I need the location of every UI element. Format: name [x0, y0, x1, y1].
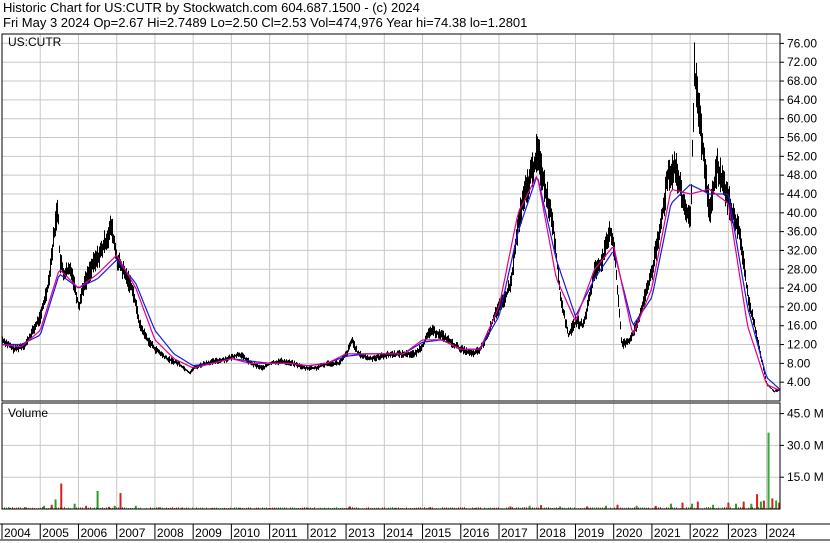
volume-bars — [2, 432, 781, 509]
x-tick-label: 2005 — [42, 526, 69, 540]
price-tick-label: 8.00 — [787, 356, 811, 370]
price-tick-label: 12.00 — [787, 338, 817, 352]
price-grid — [1, 34, 780, 401]
price-tick-label: 16.00 — [787, 319, 817, 333]
price-tick-label: 24.00 — [787, 281, 817, 295]
x-tick-label: 2020 — [616, 526, 643, 540]
price-tick-label: 40.00 — [787, 206, 817, 220]
x-tick-label: 2009 — [195, 526, 222, 540]
volume-y-axis: 15.0 M 30.0 M 45.0 M — [780, 407, 824, 484]
x-tick-label: 2010 — [233, 526, 260, 540]
volume-panel-label: Volume — [8, 406, 48, 420]
price-tick-label: 52.00 — [787, 149, 817, 163]
price-tick-label: 48.00 — [787, 168, 817, 182]
volume-tick-label: 30.0 M — [787, 438, 824, 452]
x-tick-label: 2015 — [425, 526, 452, 540]
volume-panel-frame — [1, 402, 781, 510]
x-tick-label: 2011 — [272, 526, 298, 540]
price-panel-frame — [1, 33, 781, 402]
price-tick-label: 4.00 — [787, 375, 811, 389]
price-tick-label: 56.00 — [787, 131, 817, 145]
x-tick-label: 2022 — [692, 526, 719, 540]
volume-grid — [1, 403, 780, 509]
x-tick-label: 2008 — [157, 526, 184, 540]
historic-chart: 4.00 8.00 12.00 16.00 20.00 24.00 28.00 32.00 36… — [0, 33, 830, 541]
x-tick-label: 2014 — [386, 526, 413, 540]
price-tick-label: 60.00 — [787, 112, 817, 126]
x-axis: 2004 2005 2006 2007 2008 2009 2010 2011 2012 2013… — [1, 524, 796, 540]
panel-frames — [0, 33, 830, 541]
x-tick-label: 2006 — [80, 526, 107, 540]
price-tick-label: 28.00 — [787, 262, 817, 276]
x-tick-label: 2012 — [310, 526, 337, 540]
x-tick-label: 2013 — [348, 526, 375, 540]
price-tick-label: 36.00 — [787, 225, 817, 239]
price-tick-label: 68.00 — [787, 74, 817, 88]
x-tick-label: 2017 — [501, 526, 528, 540]
price-tick-label: 20.00 — [787, 300, 817, 314]
price-y-axis: 4.00 8.00 12.00 16.00 20.00 24.00 28.00 32.00 36… — [780, 36, 817, 389]
volume-tick-label: 15.0 M — [787, 470, 824, 484]
price-tick-label: 64.00 — [787, 93, 817, 107]
x-tick-label: 2019 — [577, 526, 604, 540]
x-tick-label: 2007 — [119, 526, 146, 540]
price-tick-label: 44.00 — [787, 187, 817, 201]
price-bars — [2, 42, 780, 393]
x-tick-label: 2021 — [654, 526, 681, 540]
x-tick-label: 2023 — [730, 526, 757, 540]
x-tick-label: 2024 — [769, 526, 796, 540]
price-tick-label: 72.00 — [787, 55, 817, 69]
x-tick-label: 2016 — [463, 526, 490, 540]
price-tick-label: 32.00 — [787, 243, 817, 257]
x-tick-label: 2018 — [539, 526, 566, 540]
price-tick-label: 76.00 — [787, 36, 817, 50]
volume-tick-label: 45.0 M — [787, 407, 824, 421]
x-tick-label: 2004 — [4, 526, 31, 540]
price-panel-label: US:CUTR — [8, 35, 62, 49]
